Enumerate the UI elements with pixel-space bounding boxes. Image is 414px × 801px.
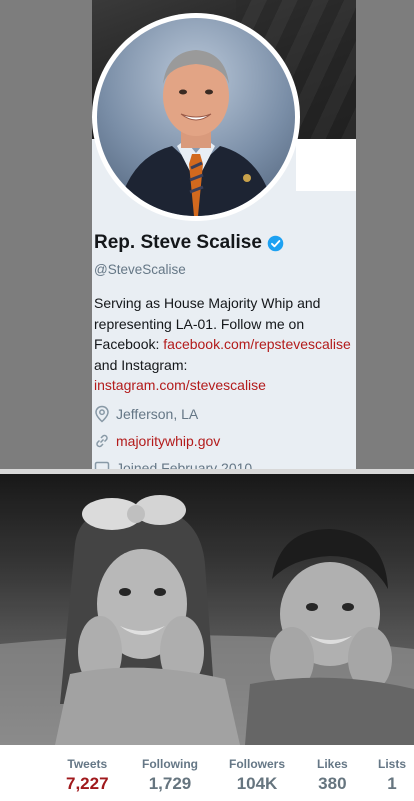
stat-value: 104K bbox=[236, 774, 278, 793]
facebook-link[interactable]: facebook.com/repstevescalise bbox=[163, 336, 351, 352]
avatar-photo bbox=[97, 18, 295, 216]
profile-joined: Joined February 2010 bbox=[94, 460, 252, 469]
profile-name-row: Rep. Steve Scalise bbox=[94, 232, 284, 254]
link-icon bbox=[96, 434, 108, 448]
stat-label: Likes bbox=[317, 757, 348, 771]
avatar-portrait bbox=[117, 50, 275, 216]
stat-following[interactable]: Following 1,729 bbox=[142, 757, 198, 794]
bio-text-2: and Instagram: bbox=[94, 356, 188, 373]
stat-label: Lists bbox=[378, 757, 407, 771]
profile-website[interactable]: majoritywhip.gov bbox=[94, 433, 220, 449]
stat-value: 1,729 bbox=[148, 774, 192, 793]
instagram-link[interactable]: instagram.com/stevescalise bbox=[94, 377, 266, 393]
stat-followers[interactable]: Followers 104K bbox=[229, 757, 285, 794]
website-link[interactable]: majoritywhip.gov bbox=[116, 433, 220, 449]
left-margin bbox=[0, 0, 92, 469]
right-margin bbox=[356, 0, 414, 469]
map-pin-icon bbox=[95, 405, 109, 423]
header-photo-image bbox=[0, 474, 414, 745]
stat-label: Followers bbox=[229, 757, 286, 771]
location-text: Jefferson, LA bbox=[116, 406, 199, 422]
joined-text: Joined February 2010 bbox=[116, 460, 253, 469]
profile-handle[interactable]: @SteveScalise bbox=[94, 262, 186, 277]
profile-location: Jefferson, LA bbox=[94, 405, 198, 423]
profile-avatar[interactable] bbox=[92, 13, 300, 221]
profile-bio: Serving as House Majority Whip and repre… bbox=[94, 293, 354, 396]
stat-likes[interactable]: Likes 380 bbox=[317, 757, 348, 794]
stat-value: 380 bbox=[318, 774, 347, 793]
profile-name[interactable]: Rep. Steve Scalise bbox=[94, 232, 262, 254]
stat-value: 1 bbox=[387, 774, 397, 793]
stat-tweets[interactable]: Tweets 7,227 bbox=[66, 757, 109, 794]
stat-label: Following bbox=[142, 757, 198, 771]
profile-screenshot: Rep. Steve Scalise @SteveScalise Serving… bbox=[0, 0, 414, 469]
calendar-icon bbox=[94, 461, 110, 469]
stat-lists[interactable]: Lists 1 bbox=[378, 757, 406, 794]
stat-label: Tweets bbox=[67, 757, 108, 771]
profile-stats-bar: Tweets 7,227 Following 1,729 Followers 1… bbox=[0, 745, 414, 801]
card-top-edge bbox=[296, 139, 356, 191]
stat-value: 7,227 bbox=[66, 774, 109, 793]
verified-badge-icon bbox=[267, 235, 284, 251]
header-photo[interactable] bbox=[0, 474, 414, 745]
